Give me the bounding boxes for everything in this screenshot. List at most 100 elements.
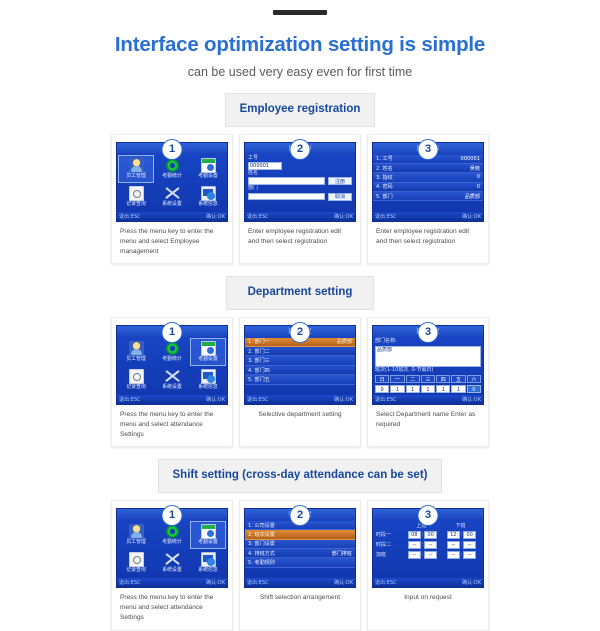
weekday-value-grid: 0111110 — [375, 384, 481, 393]
menu-item-4[interactable]: 记录查询 — [118, 549, 154, 577]
step-row-1: 1菜单员工管理考勤统计考勤设置记录查询系统设置系统信息退出:ESC确认:OKPr… — [0, 133, 600, 265]
list-item-label: 3. 指纹 — [376, 174, 393, 181]
menu-item-5[interactable]: 系统设置 — [154, 366, 190, 394]
time-out-hour[interactable]: -- — [446, 550, 460, 559]
shift-range-label: 班次(1-10班次, 0-节假日) — [375, 367, 434, 374]
list-item-label: 5. 考勤规则 — [248, 560, 275, 567]
time-out-group: --: -- — [443, 550, 480, 559]
list-item[interactable]: 2. 班次设置 — [245, 530, 355, 540]
weekday-value-cell[interactable]: 0 — [375, 384, 390, 393]
section-chip-3[interactable]: Shift setting (cross-day attendance can … — [157, 459, 443, 493]
list-item[interactable]: 3. 指纹 0 — [373, 173, 483, 183]
weekday-value-cell[interactable]: 1 — [436, 384, 451, 393]
step-card: 2考勤设置1. 公司设置2. 班次设置3. 部门设置4. 排班方式部门排班5. … — [239, 499, 361, 631]
weekday-value-cell[interactable]: 1 — [405, 384, 420, 393]
field-input-3[interactable] — [248, 192, 325, 201]
step-card: 2部门设置1. 部门一品质部2. 部门二3. 部门三4. 部门四5. 部门五退出… — [239, 316, 361, 448]
time-in-minute[interactable]: -- — [424, 540, 438, 549]
recycle-icon — [164, 341, 180, 357]
time-in-minute[interactable]: 00 — [424, 530, 438, 539]
lcd-footer: 退出:ESC 确认:OK — [373, 394, 483, 404]
list-item-label: 1. 部门一 — [248, 339, 270, 346]
menu-item-5[interactable]: 系统设置 — [154, 183, 190, 211]
weekday-value-cell[interactable]: 1 — [390, 384, 405, 393]
field-label-3: 部门 — [248, 185, 259, 192]
menu-item-label: 考勤设置 — [198, 356, 218, 363]
field-button-2[interactable]: 注册 — [328, 177, 352, 186]
footer-exit-hint: 退出:ESC — [247, 396, 269, 403]
menu-item-3[interactable]: 考勤设置 — [190, 337, 226, 366]
screenshot-wrapper: 1菜单员工管理考勤统计考勤设置记录查询系统设置系统信息退出:ESC确认:OK — [116, 321, 228, 405]
screenshot-wrapper: 1菜单员工管理考勤统计考勤设置记录查询系统设置系统信息退出:ESC确认:OK — [116, 138, 228, 222]
person-icon — [128, 524, 144, 540]
menu-item-1[interactable]: 员工管理 — [118, 338, 154, 366]
list-item[interactable]: 5. 部门 品质部 — [373, 192, 483, 202]
lcd-footer: 退出:ESC 确认:OK — [245, 394, 355, 404]
list-item-label: 5. 部门 — [376, 193, 393, 200]
menu-item-5[interactable]: 系统设置 — [154, 549, 190, 577]
time-in-hour[interactable]: -- — [407, 550, 421, 559]
menu-item-4[interactable]: 记录查询 — [118, 183, 154, 211]
weekday-value-cell[interactable]: 1 — [420, 384, 436, 393]
time-out-group: --: -- — [443, 540, 480, 549]
time-out-minute[interactable]: -- — [463, 550, 477, 559]
time-row-label: 时段一 — [376, 532, 392, 539]
time-row-label: 加班 — [376, 552, 387, 559]
step-badge: 3 — [417, 321, 439, 343]
time-row-label: 时段二 — [376, 542, 392, 549]
step-badge: 1 — [161, 321, 183, 343]
list-item[interactable]: 5. 部门五 — [245, 375, 355, 385]
time-out-minute[interactable]: -- — [463, 540, 477, 549]
menu-item-3[interactable]: 考勤设置 — [190, 155, 226, 183]
section-chip-2[interactable]: Department setting — [226, 276, 374, 310]
list-item[interactable]: 4. 部门四 — [245, 365, 355, 376]
time-out-hour[interactable]: -- — [446, 540, 460, 549]
screenshot-wrapper: 3员工信息1. 工号0000012. 姓名吴晓3. 指纹04. 密码05. 部门… — [372, 138, 484, 222]
field-input-1[interactable]: 000001 — [248, 162, 282, 170]
field-input-2[interactable] — [248, 177, 325, 185]
step-caption: Input on request — [404, 593, 452, 601]
lcd-footer: 退出:ESC 确认:OK — [245, 211, 355, 221]
time-in-hour[interactable]: -- — [407, 540, 421, 549]
list-item[interactable]: 2. 姓名 吴晓 — [373, 163, 483, 174]
step-badge: 2 — [289, 504, 311, 526]
footer-exit-hint: 退出:ESC — [375, 396, 397, 403]
field-button-3[interactable]: 取消 — [328, 192, 352, 201]
menu-grid: 员工管理 考勤统计 考勤设置 记录查询 系统设置 系统信息 — [117, 520, 227, 578]
time-out-hour[interactable]: 12 — [446, 530, 460, 539]
list-item[interactable]: 2. 部门二 — [245, 347, 355, 357]
time-in-group: --: -- — [404, 540, 441, 549]
weekday-header-cell: 六 — [466, 375, 481, 384]
footer-ok-hint: 确认:OK — [334, 213, 353, 220]
menu-item-label: 系统信息 — [198, 384, 218, 391]
list-item-label: 3. 部门设置 — [248, 541, 275, 548]
menu-item-1[interactable]: 员工管理 — [118, 521, 154, 549]
menu-item-6[interactable]: 系统信息 — [190, 549, 226, 577]
list-item[interactable]: 4. 密码 0 — [373, 182, 483, 193]
menu-item-label: 员工管理 — [126, 356, 146, 363]
time-colon: : — [460, 551, 463, 558]
section-chip-wrap-1: Employee registration — [0, 93, 600, 127]
time-in-minute[interactable]: -- — [424, 550, 438, 559]
time-in-hour[interactable]: 08 — [407, 530, 421, 539]
list-item[interactable]: 4. 排班方式 部门排班 — [245, 549, 355, 559]
field-row-1: 000001 — [248, 162, 352, 170]
weekday-value-cell[interactable]: 0 — [466, 384, 481, 393]
dept-name-input[interactable]: 品质部 — [375, 345, 481, 367]
time-colon: : — [460, 531, 463, 538]
top-divider — [273, 10, 327, 15]
menu-item-6[interactable]: 系统信息 — [190, 183, 226, 211]
section-chip-1[interactable]: Employee registration — [224, 93, 376, 127]
menu-item-1[interactable]: 员工管理 — [118, 154, 154, 183]
menu-item-label: 考勤设置 — [198, 539, 218, 546]
menu-body: 员工管理 考勤统计 考勤设置 记录查询 系统设置 系统信息 — [117, 520, 227, 578]
list-item[interactable]: 3. 部门三 — [245, 356, 355, 366]
weekday-value-cell[interactable]: 1 — [451, 384, 466, 393]
menu-item-4[interactable]: 记录查询 — [118, 366, 154, 394]
menu-item-3[interactable]: 考勤设置 — [190, 520, 226, 549]
menu-item-6[interactable]: 系统信息 — [190, 366, 226, 394]
list-item[interactable]: 3. 部门设置 — [245, 539, 355, 550]
list-item[interactable]: 5. 考勤规则 — [245, 558, 355, 568]
step-badge: 2 — [289, 321, 311, 343]
time-out-minute[interactable]: 00 — [463, 530, 477, 539]
